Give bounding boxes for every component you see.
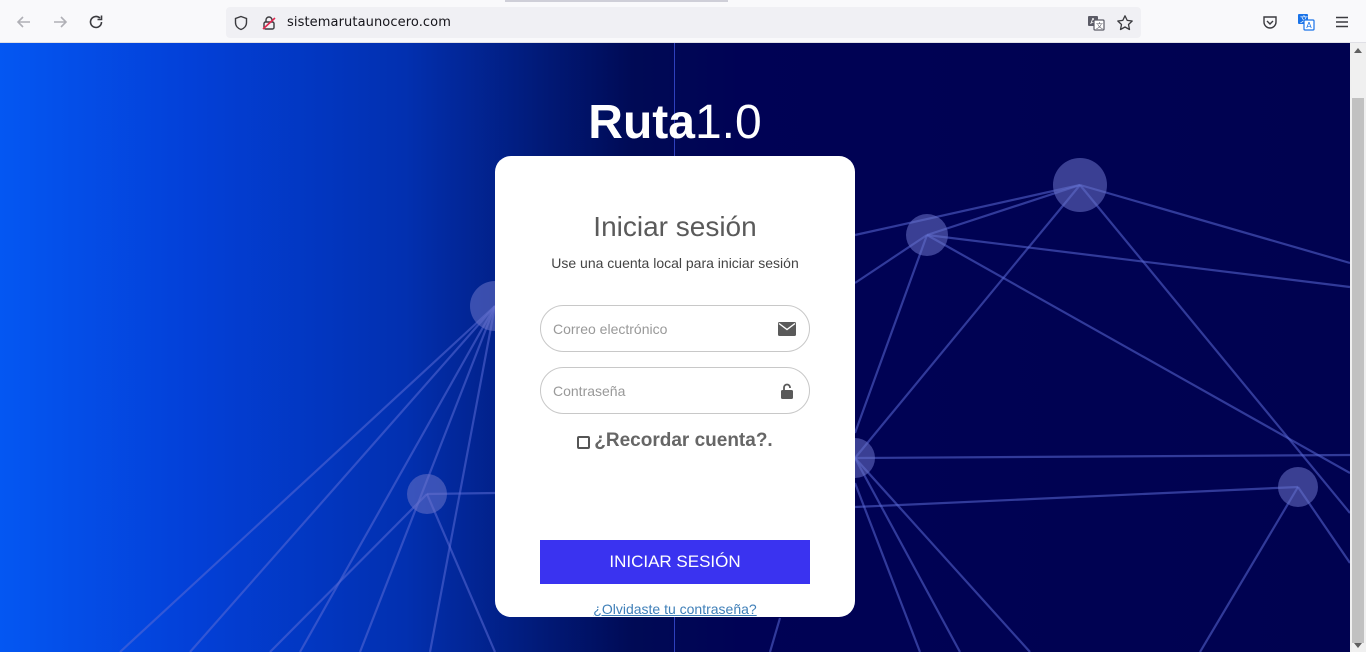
login-title: Iniciar sesión [593, 211, 757, 242]
scroll-up-arrow-icon[interactable] [1354, 48, 1362, 53]
page-background: Ruta1.0 Iniciar sesión Use una cuenta lo… [0, 43, 1350, 652]
brand-bold: Ruta [588, 96, 695, 149]
password-input[interactable] [553, 380, 773, 402]
bookmark-star-icon[interactable] [1116, 14, 1134, 32]
tab-indicator [505, 0, 728, 2]
remember-label[interactable]: ¿Recordar cuenta?. [594, 430, 772, 452]
email-input[interactable] [553, 318, 773, 340]
back-arrow-icon[interactable] [13, 11, 35, 33]
page-scrollbar[interactable] [1350, 43, 1366, 652]
browser-toolbar: sistemarutaunocero.com A文 文A [0, 0, 1366, 43]
menu-icon[interactable] [1331, 11, 1353, 33]
login-card: Iniciar sesión Use una cuenta local para… [495, 156, 855, 617]
forward-arrow-icon[interactable] [49, 11, 71, 33]
svg-text:A: A [1306, 21, 1312, 30]
shield-icon[interactable] [232, 14, 250, 32]
reload-icon[interactable] [85, 11, 107, 33]
insecure-lock-icon[interactable] [260, 14, 278, 32]
scroll-down-arrow-icon[interactable] [1354, 643, 1362, 648]
brand-version: 1.0 [694, 96, 762, 149]
url-text[interactable]: sistemarutaunocero.com [287, 15, 451, 30]
email-field[interactable] [540, 305, 810, 352]
pocket-icon[interactable] [1259, 11, 1281, 33]
forgot-password-link[interactable]: ¿Olvidaste tu contraseña? [495, 601, 855, 616]
remember-account[interactable]: ¿Recordar cuenta?. [495, 430, 855, 452]
brand-logo: Ruta1.0 [0, 95, 1350, 150]
password-field[interactable] [540, 367, 810, 414]
remember-checkbox[interactable] [577, 435, 591, 449]
address-bar[interactable]: sistemarutaunocero.com A文 [226, 7, 1141, 38]
login-button[interactable]: INICIAR SESIÓN [540, 540, 810, 584]
envelope-icon [777, 319, 797, 339]
translate-icon[interactable]: A文 [1087, 14, 1105, 32]
login-subtitle: Use una cuenta local para iniciar sesión [551, 255, 799, 271]
unlock-icon [777, 381, 797, 401]
scroll-thumb[interactable] [1352, 98, 1364, 643]
extension-translate-icon[interactable]: 文A [1295, 11, 1317, 33]
svg-text:文: 文 [1096, 21, 1103, 30]
